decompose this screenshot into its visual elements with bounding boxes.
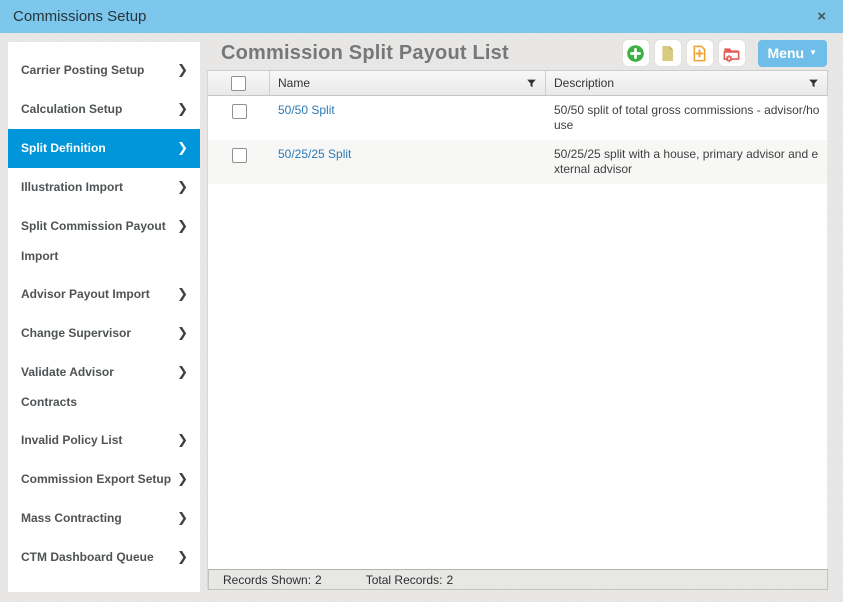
row-select-cell [208, 140, 270, 184]
sidebar-item-label: Validate Advisor Contracts [21, 357, 171, 417]
column-header-description[interactable]: Description [546, 71, 827, 95]
sidebar-item-label: Carrier Posting Setup [21, 55, 171, 85]
select-all-checkbox[interactable] [231, 76, 246, 91]
copy-document-button[interactable] [654, 39, 682, 67]
total-records-value: 2 [446, 573, 453, 587]
chevron-right-icon: ❯ [177, 279, 188, 309]
menu-button-label: Menu [768, 45, 805, 61]
sidebar-item-mass-contracting[interactable]: Mass Contracting ❯ [8, 499, 200, 538]
column-label: Name [278, 76, 310, 90]
row-select-cell [208, 96, 270, 140]
sidebar-item-split-definition[interactable]: Split Definition ❯ [8, 129, 200, 168]
window-title: Commissions Setup [13, 8, 146, 25]
add-button[interactable] [622, 39, 650, 67]
row-description-cell: 50/25/25 split with a house, primary adv… [546, 140, 827, 184]
filter-description-button[interactable] [808, 78, 819, 89]
sidebar-item-change-supervisor[interactable]: Change Supervisor ❯ [8, 314, 200, 353]
document-icon [658, 44, 677, 63]
sidebar-item-ctm-dashboard-queue[interactable]: CTM Dashboard Queue ❯ [8, 538, 200, 577]
folder-settings-icon [722, 44, 741, 63]
row-checkbox[interactable] [232, 104, 247, 119]
add-document-icon [690, 44, 709, 63]
sidebar-item-label: Invalid Policy List [21, 425, 171, 455]
grid-footer: Records Shown: 2 Total Records: 2 [208, 569, 828, 590]
sidebar-item-label: Advisor Payout Import [21, 279, 171, 309]
close-icon[interactable]: × [813, 7, 830, 26]
chevron-right-icon: ❯ [177, 503, 188, 533]
sidebar-item-label: Split Definition [21, 133, 171, 163]
table-row[interactable]: 50/50 Split 50/50 split of total gross c… [208, 96, 828, 140]
window-titlebar: Commissions Setup × [0, 0, 843, 33]
row-name-cell: 50/25/25 Split [270, 140, 546, 184]
row-description-cell: 50/50 split of total gross commissions -… [546, 96, 827, 140]
chevron-right-icon: ❯ [177, 464, 188, 494]
sidebar-item-split-commission-payout-import[interactable]: Split Commission Payout Import ❯ [8, 207, 200, 275]
filter-funnel-icon [808, 78, 819, 89]
chevron-right-icon: ❯ [177, 318, 188, 348]
records-shown-value: 2 [315, 573, 322, 587]
sidebar-item-label: CTM Dashboard Queue [21, 542, 171, 572]
filter-name-button[interactable] [526, 78, 537, 89]
records-shown-label: Records Shown: [223, 573, 311, 587]
sidebar-item-commission-export-setup[interactable]: Commission Export Setup ❯ [8, 460, 200, 499]
sidebar-item-advisor-payout-import[interactable]: Advisor Payout Import ❯ [8, 275, 200, 314]
chevron-down-icon: ▼ [809, 49, 817, 57]
add-document-button[interactable] [686, 39, 714, 67]
grid-empty-area [208, 184, 828, 569]
sidebar-item-label: Illustration Import [21, 172, 171, 202]
sidebar-item-label: Calculation Setup [21, 94, 171, 124]
grid-header-row: Name Description [208, 70, 828, 96]
chevron-right-icon: ❯ [177, 94, 188, 124]
chevron-right-icon: ❯ [177, 211, 188, 241]
menu-button[interactable]: Menu ▼ [758, 40, 827, 67]
page-title: Commission Split Payout List [221, 42, 509, 65]
sidebar-item-illustration-import[interactable]: Illustration Import ❯ [8, 168, 200, 207]
sidebar: Carrier Posting Setup ❯ Calculation Setu… [8, 42, 200, 592]
chevron-right-icon: ❯ [177, 357, 188, 387]
folder-settings-button[interactable] [718, 39, 746, 67]
sidebar-item-label: Change Supervisor [21, 318, 171, 348]
chevron-right-icon: ❯ [177, 425, 188, 455]
add-icon [626, 44, 645, 63]
chevron-right-icon: ❯ [177, 542, 188, 572]
split-name-link[interactable]: 50/25/25 Split [278, 147, 351, 161]
total-records-label: Total Records: [366, 573, 443, 587]
split-name-link[interactable]: 50/50 Split [278, 103, 335, 117]
chevron-right-icon: ❯ [177, 55, 188, 85]
data-grid: Name Description [207, 70, 828, 590]
table-row[interactable]: 50/25/25 Split 50/25/25 split with a hou… [208, 140, 828, 184]
row-name-cell: 50/50 Split [270, 96, 546, 140]
sidebar-item-label: Split Commission Payout Import [21, 211, 171, 271]
sidebar-item-label: Mass Contracting [21, 503, 171, 533]
sidebar-item-validate-advisor-contracts[interactable]: Validate Advisor Contracts ❯ [8, 353, 200, 421]
content-header: Commission Split Payout List [207, 36, 828, 70]
select-all-cell [208, 71, 270, 95]
chevron-right-icon: ❯ [177, 172, 188, 202]
column-label: Description [554, 76, 614, 90]
sidebar-item-label: Commission Export Setup [21, 464, 171, 494]
sidebar-item-calculation-setup[interactable]: Calculation Setup ❯ [8, 90, 200, 129]
sidebar-item-carrier-posting-setup[interactable]: Carrier Posting Setup ❯ [8, 51, 200, 90]
chevron-right-icon: ❯ [177, 133, 188, 163]
toolbar: Menu ▼ [622, 39, 827, 67]
filter-funnel-icon [526, 78, 537, 89]
column-header-name[interactable]: Name [270, 71, 546, 95]
main-content: Commission Split Payout List [207, 36, 828, 590]
row-checkbox[interactable] [232, 148, 247, 163]
sidebar-item-invalid-policy-list[interactable]: Invalid Policy List ❯ [8, 421, 200, 460]
